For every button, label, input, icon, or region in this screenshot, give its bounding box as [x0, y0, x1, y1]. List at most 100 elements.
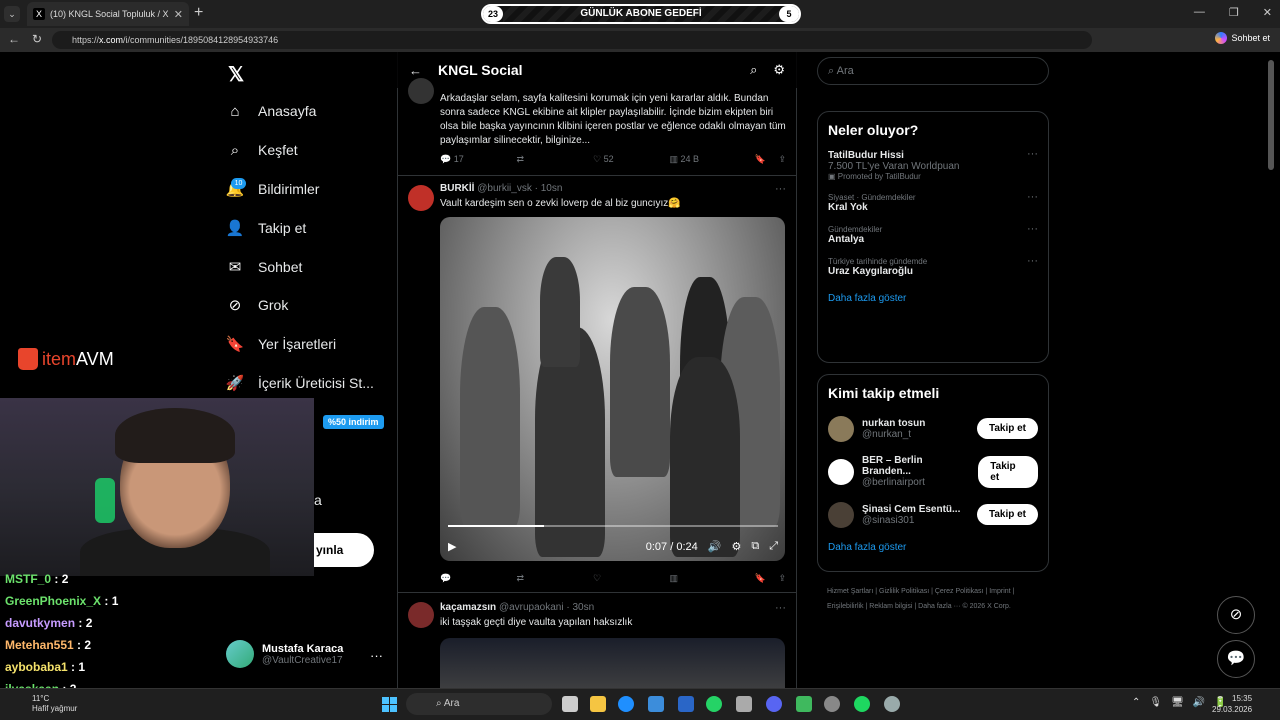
trend-item[interactable]: Gündemdekiler Antalya ···	[818, 219, 1048, 251]
weather-widget[interactable]: 11°C Hafif yağmur	[32, 694, 77, 714]
views-button[interactable]: ▥	[670, 573, 747, 584]
volume-icon[interactable]: 🔊	[708, 540, 722, 553]
post-pinned[interactable]: Arkadaşlar selam, sayfa kalitesini korum…	[398, 78, 796, 176]
gear-icon[interactable]: ⚙	[773, 62, 785, 78]
search-icon[interactable]: ⌕	[750, 62, 757, 78]
trend-item[interactable]: Siyaset · Gündemdekiler Kral Yok ···	[818, 187, 1048, 219]
repost-button[interactable]: ⇄	[517, 154, 594, 165]
windows-start-icon[interactable]	[382, 697, 397, 712]
trend-item[interactable]: Türkiye tarihinde gündemde Uraz Kaygılaro…	[818, 251, 1048, 283]
trend-item[interactable]: TatilBudur Hissi 7.500 TL'ye Varan Worldp…	[818, 144, 1048, 187]
search-input[interactable]: ⌕ Ara	[817, 57, 1049, 85]
store-icon[interactable]	[648, 696, 664, 712]
chat-entry: GreenPhoenix_X : 1	[5, 594, 119, 608]
follow-suggestion[interactable]: Şinasi Cem Esentü... @sinasi301 Takip et	[818, 493, 1048, 536]
scrollbar[interactable]	[1268, 60, 1274, 170]
settings-icon[interactable]: ⚙	[731, 540, 741, 553]
app-icon[interactable]	[824, 696, 840, 712]
reply-button[interactable]: 💬	[440, 573, 517, 584]
avatar	[408, 185, 434, 211]
copilot-chat-button[interactable]: Sohbet et	[1215, 32, 1270, 44]
avatar	[408, 602, 434, 628]
discord-icon[interactable]	[766, 696, 782, 712]
profile-name: Mustafa Karaca	[262, 642, 344, 655]
app-icon[interactable]	[796, 696, 812, 712]
post-burkii[interactable]: BURKİİ @burkii_vsk · 10sn ··· Vault kard…	[398, 177, 796, 593]
more-icon[interactable]: ···	[370, 648, 383, 663]
share-icon[interactable]: ⇪	[766, 154, 786, 165]
follow-suggestion[interactable]: nurkan tosun @nurkan_t Takip et	[818, 407, 1048, 450]
url-field[interactable]: https://x.com/i/communities/189508412895…	[52, 31, 1092, 49]
post-button[interactable]: yınla	[314, 533, 374, 567]
post-kacamazsin[interactable]: kaçamazsın @avrupaokani · 30sn ··· iki t…	[398, 594, 796, 698]
spotify-icon[interactable]	[854, 696, 870, 712]
itemavm-logo: itemAVM	[18, 348, 114, 370]
app-icon[interactable]	[736, 696, 752, 712]
nav-item[interactable]: 🚀 İçerik Üreticisi St...	[226, 370, 374, 396]
follow-button[interactable]: Takip et	[978, 455, 1038, 488]
more-icon[interactable]: ···	[1027, 191, 1038, 203]
nav-item-label: Bildirimler	[258, 181, 320, 197]
reply-button[interactable]: 💬 17	[440, 154, 517, 165]
post-text: iki taşşak geçti diye vaulta yapılan hak…	[440, 617, 633, 628]
play-icon[interactable]: ▶	[448, 540, 456, 553]
messages-icon[interactable]: 💬	[1217, 640, 1255, 678]
mail-app-icon[interactable]	[678, 696, 694, 712]
maximize-icon[interactable]: ❐	[1229, 6, 1239, 19]
clock[interactable]: 15:35 29.03.2026	[1212, 693, 1252, 715]
close-tab-icon[interactable]: ✕	[174, 8, 183, 21]
settings-app-icon[interactable]	[884, 696, 900, 712]
grok-icon[interactable]: ⊘	[1217, 596, 1255, 634]
tab-list-button[interactable]: ⌄	[4, 6, 20, 22]
follow-suggestion[interactable]: BER – Berlin Branden... @berlinairport Tak…	[818, 450, 1048, 493]
show-more-link[interactable]: Daha fazla göster	[818, 283, 1048, 314]
minimize-icon[interactable]: —	[1194, 6, 1205, 19]
more-icon[interactable]: ···	[775, 183, 786, 195]
footer-links[interactable]: Hizmet Şartları | Gizlilik Politikası | …	[827, 584, 1047, 614]
browser-tab[interactable]: X (10) KNGL Social Topluluk / X ✕	[27, 2, 189, 26]
nav-item[interactable]: 🔖 Yer İşaretleri	[226, 331, 336, 357]
new-tab-button[interactable]: +	[194, 4, 203, 22]
task-view-icon[interactable]	[562, 696, 578, 712]
nav-item[interactable]: ⊘ Grok	[226, 292, 289, 318]
post-actions: 💬 17 ⇄ ♡ 52 ▥ 24 B 🔖 ⇪	[440, 154, 786, 165]
nav-item[interactable]: ✉ Sohbet	[226, 254, 303, 280]
file-explorer-icon[interactable]	[590, 696, 606, 712]
back-arrow-icon[interactable]: ←	[409, 63, 422, 78]
back-icon[interactable]: ←	[8, 32, 20, 46]
video-player[interactable]: ▶ 0:07 / 0:24 🔊 ⚙ ⧉ ⤢	[440, 217, 785, 561]
nav-item[interactable]: ⌕ Keşfet	[226, 137, 298, 163]
x-logo-icon[interactable]: 𝕏	[228, 62, 244, 87]
chat-leaderboard: MSTF_0 : 2 GreenPhoenix_X : 1 davutkymen :…	[5, 568, 118, 700]
more-icon[interactable]: ···	[1027, 148, 1038, 160]
more-icon[interactable]: ···	[775, 602, 786, 614]
more-icon[interactable]: ···	[1027, 255, 1038, 267]
video-controls: ▶ 0:07 / 0:24 🔊 ⚙ ⧉ ⤢	[448, 540, 778, 553]
share-icon[interactable]: ⇪	[766, 573, 786, 584]
show-more-link[interactable]: Daha fazla göster	[818, 536, 1048, 563]
more-icon[interactable]: ···	[1027, 223, 1038, 235]
whatsapp-icon[interactable]	[706, 696, 722, 712]
account-switcher[interactable]: Mustafa Karaca @VaultCreative17	[226, 640, 343, 668]
refresh-icon[interactable]: ↻	[32, 32, 42, 46]
avatar	[828, 501, 854, 528]
bookmark-icon: 🔖	[225, 336, 245, 353]
close-window-icon[interactable]: ✕	[1263, 6, 1272, 19]
fullscreen-icon[interactable]: ⤢	[769, 540, 778, 553]
edge-icon[interactable]	[618, 696, 634, 712]
follow-button[interactable]: Takip et	[976, 504, 1038, 525]
nav-item[interactable]: 👤 Takip et	[226, 215, 307, 241]
bookmark-icon[interactable]: 🔖	[746, 573, 766, 584]
video-progress-bar[interactable]	[448, 525, 778, 527]
repost-button[interactable]: ⇄	[517, 573, 594, 584]
tab-title: (10) KNGL Social Topluluk / X	[50, 9, 169, 19]
who-title: Kimi takip etmeli	[828, 385, 940, 401]
like-button[interactable]: ♡ 52	[593, 154, 670, 165]
follow-button[interactable]: Takip et	[976, 418, 1038, 439]
views-button[interactable]: ▥ 24 B	[670, 154, 747, 165]
taskbar-search[interactable]: ⌕ Ara	[406, 693, 552, 715]
like-button[interactable]: ♡	[593, 573, 670, 584]
bookmark-icon[interactable]: 🔖	[746, 154, 766, 165]
nav-item[interactable]: ⌂ Anasayfa	[226, 98, 316, 124]
pip-icon[interactable]: ⧉	[751, 540, 759, 553]
